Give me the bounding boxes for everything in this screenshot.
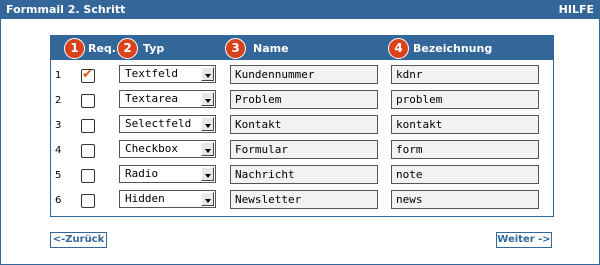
row-index: 5 <box>55 170 62 181</box>
label-input-value: note <box>396 168 423 181</box>
required-checkbox[interactable] <box>81 194 95 208</box>
type-select[interactable]: Selectfeld <box>119 115 216 133</box>
label-input-value: news <box>396 193 423 206</box>
label-input-value: problem <box>396 93 443 106</box>
type-select[interactable]: Textfeld <box>119 65 216 83</box>
fields-table: 1 Req. 2 Typ 3 Name 4 Bezeichnung 1 ✔ Text… <box>50 35 554 217</box>
name-input[interactable]: Nachricht <box>230 165 378 184</box>
row-index: 6 <box>55 195 62 206</box>
label-input[interactable]: kontakt <box>391 115 539 134</box>
name-input[interactable]: Kundennummer <box>230 65 378 84</box>
type-select-value: Radio <box>125 167 159 180</box>
type-select-value: Textfeld <box>125 67 178 80</box>
label-input[interactable]: note <box>391 165 539 184</box>
step-1-badge: 1 <box>64 38 85 59</box>
help-link[interactable]: HILFE <box>559 3 594 16</box>
label-input[interactable]: form <box>391 140 539 159</box>
table-header: 1 Req. 2 Typ 3 Name 4 Bezeichnung <box>51 36 553 60</box>
dropdown-arrow-icon[interactable] <box>201 92 214 106</box>
dropdown-arrow-icon[interactable] <box>201 167 214 181</box>
step-2-badge: 2 <box>117 38 138 59</box>
required-checkbox[interactable] <box>81 119 95 133</box>
required-checkbox[interactable]: ✔ <box>81 67 95 83</box>
type-select[interactable]: Radio <box>119 165 216 183</box>
type-select-value: Hidden <box>125 192 165 205</box>
table-row: 4 Checkbox Formular form <box>51 139 553 164</box>
step-3-badge: 3 <box>225 38 246 59</box>
type-select-value: Checkbox <box>125 142 178 155</box>
label-input-value: kdnr <box>396 68 423 81</box>
name-input-value: Newsletter <box>235 193 302 206</box>
step-4-badge: 4 <box>388 38 409 59</box>
dropdown-arrow-icon[interactable] <box>201 142 214 156</box>
window-title: Formmail 2. Schritt <box>6 3 126 16</box>
required-checkbox[interactable] <box>81 169 95 183</box>
name-input[interactable]: Newsletter <box>230 190 378 209</box>
table-row: 6 Hidden Newsletter news <box>51 189 553 214</box>
name-input-value: Nachricht <box>235 168 295 181</box>
label-input-value: kontakt <box>396 118 443 131</box>
name-input-value: Kundennummer <box>235 68 315 81</box>
required-checkbox[interactable] <box>81 94 95 108</box>
label-input[interactable]: problem <box>391 90 539 109</box>
title-bar: Formmail 2. Schritt HILFE <box>1 1 599 19</box>
back-button[interactable]: <-Zurück <box>50 232 107 248</box>
type-select-value: Textarea <box>125 92 178 105</box>
table-row: 2 Textarea Problem problem <box>51 89 553 114</box>
name-input-value: Kontakt <box>235 118 282 131</box>
row-index: 1 <box>55 70 62 81</box>
name-input[interactable]: Problem <box>230 90 378 109</box>
row-index: 2 <box>55 95 62 106</box>
checkmark-icon: ✔ <box>82 67 93 82</box>
label-input[interactable]: news <box>391 190 539 209</box>
type-select[interactable]: Checkbox <box>119 140 216 158</box>
table-row: 1 ✔ Textfeld Kundennummer kdnr <box>51 64 553 89</box>
name-input[interactable]: Kontakt <box>230 115 378 134</box>
type-select[interactable]: Hidden <box>119 190 216 208</box>
table-row: 5 Radio Nachricht note <box>51 164 553 189</box>
name-input-value: Problem <box>235 93 282 106</box>
header-typ: Typ <box>143 42 165 55</box>
dropdown-arrow-icon[interactable] <box>201 67 214 81</box>
table-row: 3 Selectfeld Kontakt kontakt <box>51 114 553 139</box>
row-index: 3 <box>55 120 62 131</box>
type-select-value: Selectfeld <box>125 117 192 130</box>
label-input-value: form <box>396 143 423 156</box>
next-button[interactable]: Weiter -> <box>496 232 552 248</box>
label-input[interactable]: kdnr <box>391 65 539 84</box>
type-select[interactable]: Textarea <box>119 90 216 108</box>
name-input[interactable]: Formular <box>230 140 378 159</box>
formmail-window: Formmail 2. Schritt HILFE 1 Req. 2 Typ 3… <box>0 0 600 265</box>
name-input-value: Formular <box>235 143 288 156</box>
row-index: 4 <box>55 145 62 156</box>
header-req: Req. <box>88 42 116 55</box>
required-checkbox[interactable] <box>81 144 95 158</box>
header-bezeichnung: Bezeichnung <box>413 42 493 55</box>
dropdown-arrow-icon[interactable] <box>201 117 214 131</box>
dropdown-arrow-icon[interactable] <box>201 192 214 206</box>
header-name: Name <box>253 42 289 55</box>
